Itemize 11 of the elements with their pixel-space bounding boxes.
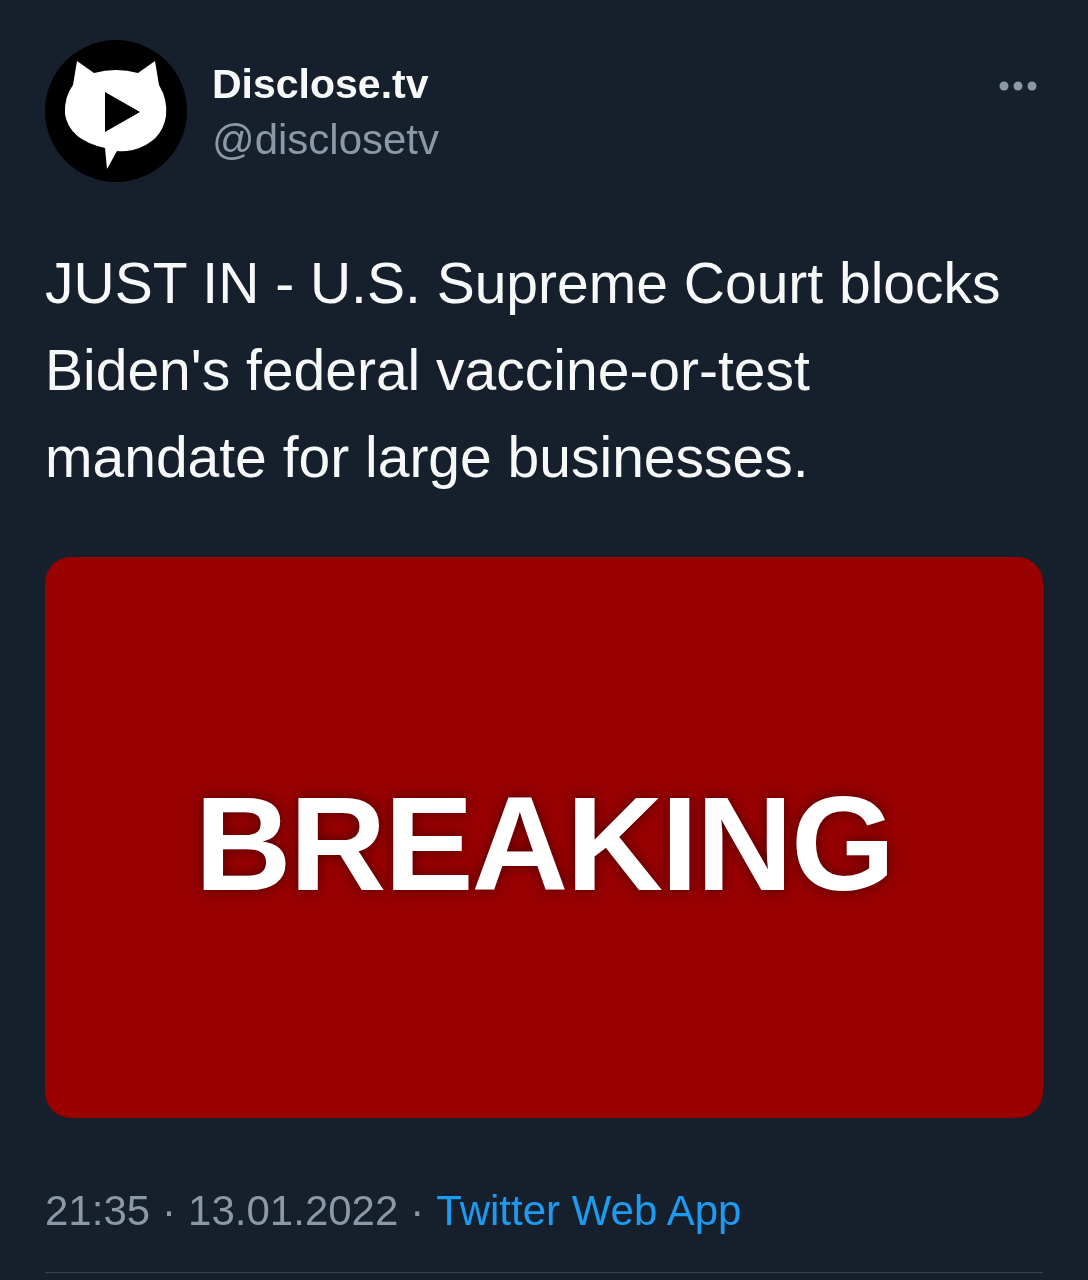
play-bubble-avatar-icon[interactable] (45, 40, 187, 182)
display-name[interactable]: Disclose.tv (212, 60, 440, 110)
breaking-text: BREAKING (194, 769, 894, 918)
separator-dot: · (410, 1186, 425, 1236)
tweet-text: JUST IN - U.S. Supreme Court blocks Biden's federal vaccine-or-test mandate for large businesses. (45, 250, 1002, 491)
source-link[interactable]: Twitter Web App (436, 1186, 742, 1237)
more-options-icon[interactable] (999, 81, 1037, 91)
timestamp-text: 13.01.2022 (188, 1186, 399, 1236)
user-handle: @disclosetv (212, 115, 440, 166)
separator-dot: · (162, 1186, 177, 1236)
timestamp-text: 21:35 (45, 1186, 151, 1236)
